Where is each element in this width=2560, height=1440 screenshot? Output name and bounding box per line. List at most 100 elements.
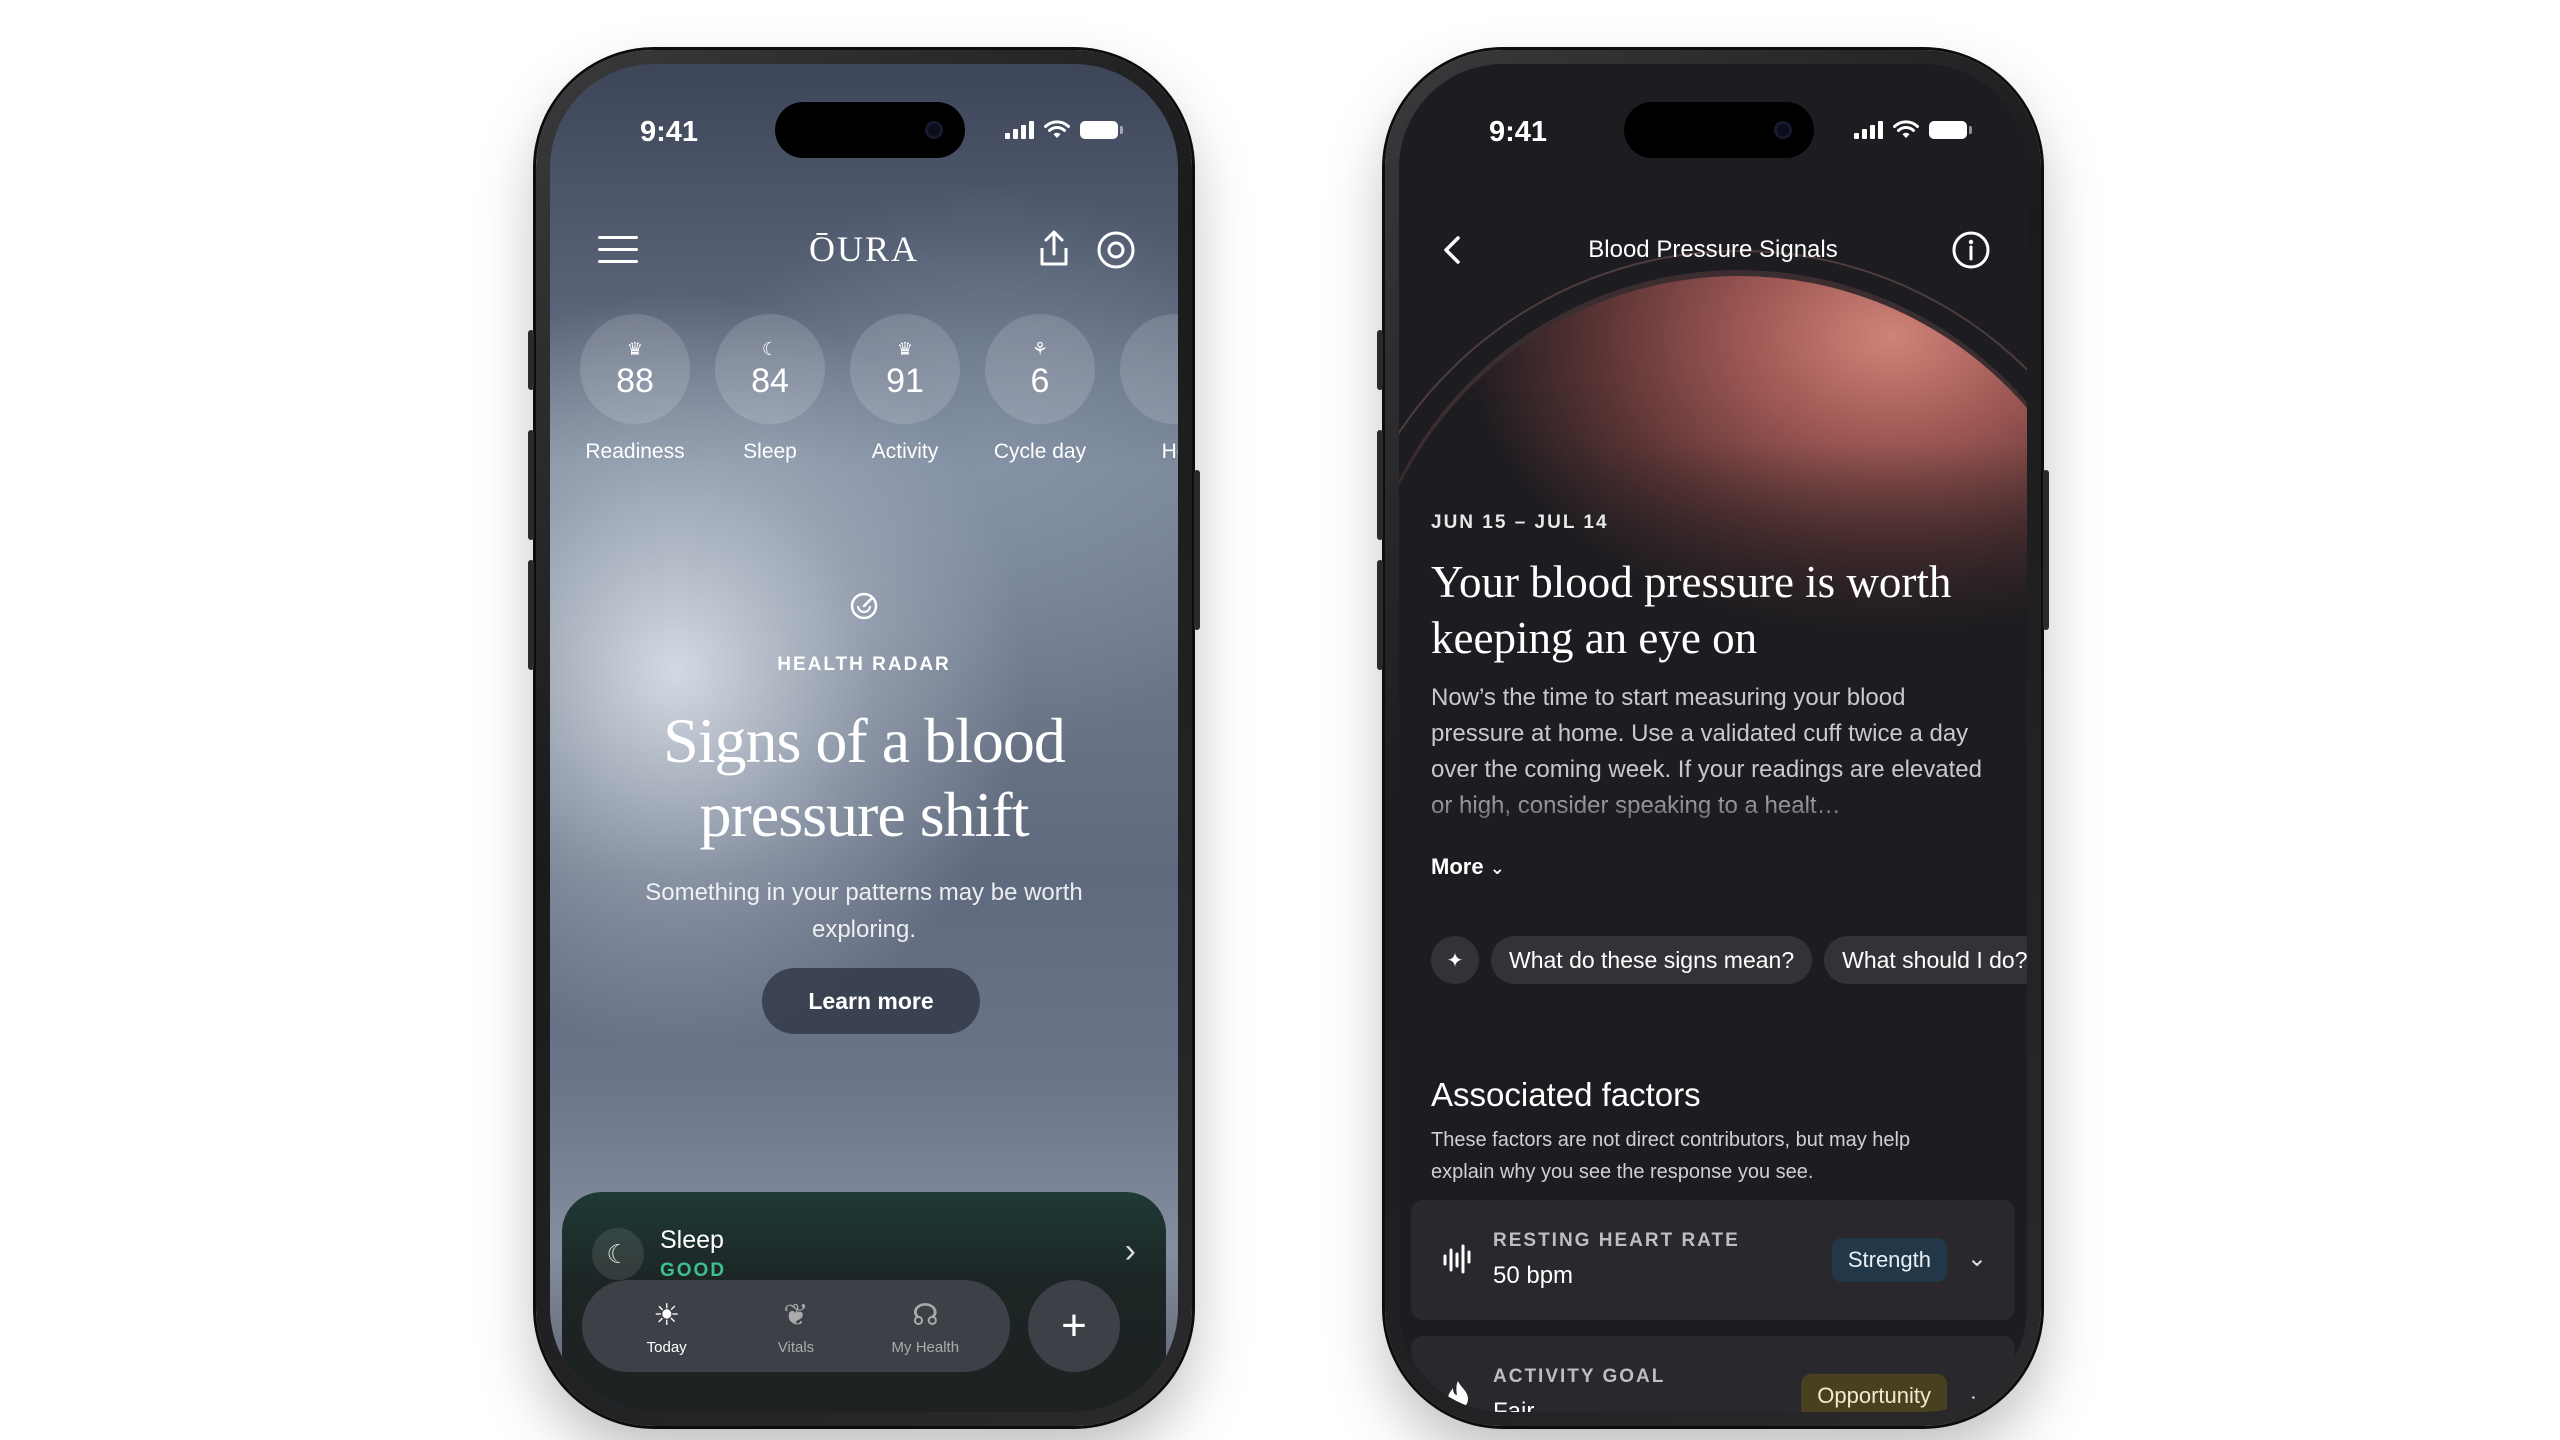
radar-icon — [550, 590, 1178, 630]
score-readiness[interactable]: ♛ 88 Readiness — [580, 314, 690, 474]
score-sleep[interactable]: ☾ 84 Sleep — [715, 314, 825, 474]
factor-value: 50 bpm — [1493, 1262, 1574, 1289]
status-time: 9:41 — [640, 116, 699, 148]
factor-label: RESTING HEART RATE — [1493, 1230, 1740, 1251]
score-value: 88 — [616, 361, 654, 400]
dynamic-island — [775, 102, 965, 158]
status-icons — [1854, 120, 1972, 140]
score-label: Activity — [871, 440, 939, 463]
ring-settings-icon[interactable] — [1096, 230, 1136, 270]
today-screen: 9:41 ŌURA ♛ 88 Readiness ☾ 84 Sleep ♛ 91… — [550, 64, 1178, 1412]
sparkle-icon[interactable]: ✦ — [1431, 936, 1479, 984]
add-button[interactable]: + — [1028, 1280, 1120, 1372]
score-carousel[interactable]: ♛ 88 Readiness ☾ 84 Sleep ♛ 91 Activity — [580, 314, 1178, 474]
brand-logo: ŌURA — [808, 229, 919, 269]
more-button[interactable]: More ⌄ — [1431, 854, 1505, 880]
battery-icon — [1929, 121, 1972, 139]
blood-pressure-screen: 9:41 Blood Pressure Signals JUN 15 – JUL… — [1399, 64, 2027, 1412]
score-ring: ♛ 88 — [580, 314, 690, 424]
health-radar-label: HEALTH RADAR — [777, 654, 951, 675]
score-ring: ⚘ 6 — [985, 314, 1095, 424]
score-label: He — [1161, 440, 1178, 463]
insight-headline: Your blood pressure is worth keeping an … — [1431, 557, 1952, 663]
status-icons — [1005, 120, 1123, 140]
tab-label: Today — [646, 1338, 687, 1356]
score-ring: ☾ 84 — [715, 314, 825, 424]
heart-rate-icon — [1443, 1244, 1471, 1274]
learn-more-button[interactable]: Learn more — [762, 968, 980, 1034]
crown-icon: ♛ — [626, 338, 644, 359]
score-heart-partial[interactable]: He — [1120, 314, 1178, 474]
chevron-down-icon[interactable]: ⌄ — [1967, 1380, 1987, 1409]
battery-icon — [1080, 121, 1123, 139]
chip-what-do-signs-mean[interactable]: What do these signs mean? — [1491, 936, 1813, 984]
associated-factors-description: These factors are not direct contributor… — [1431, 1129, 1911, 1183]
sun-icon: ☀ — [653, 1298, 681, 1332]
more-label: More — [1431, 854, 1484, 879]
tab-my-health[interactable]: ☊ My Health — [870, 1297, 980, 1356]
head-icon: ☊ — [911, 1298, 939, 1332]
action-button — [528, 330, 534, 390]
tab-label: My Health — [891, 1338, 960, 1356]
info-icon[interactable] — [1951, 230, 1991, 270]
crown-icon: ♛ — [896, 338, 914, 359]
screen-header: Blood Pressure Signals — [1399, 214, 2027, 284]
factor-resting-heart-rate[interactable]: RESTING HEART RATE 50 bpm Strength ⌄ — [1411, 1200, 2015, 1320]
screen-title: Blood Pressure Signals — [1588, 236, 1838, 263]
body-fade — [1399, 784, 2027, 836]
chevron-down-icon[interactable]: ⌄ — [1967, 1244, 1987, 1273]
moon-icon: ☾ — [592, 1228, 644, 1280]
factor-value: Fair — [1493, 1398, 1535, 1412]
leaf-icon: ❦ — [783, 1298, 809, 1332]
power-button — [1194, 470, 1200, 630]
volume-up-button — [528, 430, 534, 540]
score-cycle-day[interactable]: ⚘ 6 Cycle day — [985, 314, 1095, 474]
chip-what-should-i-do[interactable]: What should I do? — [1824, 936, 2027, 984]
share-icon[interactable] — [1036, 230, 1072, 268]
score-activity[interactable]: ♛ 91 Activity — [850, 314, 960, 474]
sleep-card-title: Sleep — [660, 1226, 724, 1254]
date-range: JUN 15 – JUL 14 — [1431, 512, 1609, 533]
score-label: Sleep — [743, 440, 797, 463]
right-phone: 9:41 Blood Pressure Signals JUN 15 – JUL… — [1377, 50, 2049, 1426]
left-phone: 9:41 ŌURA ♛ 88 Readiness ☾ 84 Sleep ♛ 91… — [528, 50, 1200, 1426]
suggestion-chips: ✦ What do these signs mean? What should … — [1431, 936, 2027, 992]
tab-vitals[interactable]: ❦ Vitals — [741, 1297, 851, 1356]
wifi-icon — [1893, 120, 1919, 138]
factor-label: ACTIVITY GOAL — [1493, 1366, 1666, 1387]
volume-down-button — [1377, 560, 1383, 670]
status-bar: 9:41 — [550, 64, 1178, 194]
cellular-signal-icon — [1854, 121, 1883, 139]
associated-factors-title: Associated factors — [1431, 1076, 1701, 1113]
strength-badge: Strength — [1831, 1238, 1947, 1282]
status-time: 9:41 — [1489, 116, 1548, 148]
score-ring — [1120, 314, 1178, 424]
score-value: 84 — [751, 361, 789, 400]
moon-icon: ☾ — [761, 338, 779, 359]
score-value: 6 — [1030, 361, 1050, 400]
score-ring: ♛ 91 — [850, 314, 960, 424]
tab-bar: ☀ Today ❦ Vitals ☊ My Health — [582, 1280, 1010, 1372]
factor-activity-goal[interactable]: ACTIVITY GOAL Fair Opportunity ⌄ — [1411, 1336, 2015, 1412]
score-label: Readiness — [585, 440, 685, 463]
chevron-down-icon: ⌄ — [1489, 858, 1505, 878]
sleep-status: GOOD — [660, 1260, 727, 1278]
volume-up-button — [1377, 430, 1383, 540]
wifi-icon — [1044, 120, 1070, 138]
flame-icon — [1448, 1381, 1468, 1409]
tab-today[interactable]: ☀ Today — [612, 1297, 722, 1356]
sprout-icon: ⚘ — [1031, 338, 1049, 359]
score-value: 91 — [886, 361, 924, 400]
action-button — [1377, 330, 1383, 390]
app-header: ŌURA — [550, 214, 1178, 284]
opportunity-badge: Opportunity — [1801, 1374, 1947, 1412]
status-bar: 9:41 — [1399, 64, 2027, 194]
score-label: Cycle day — [993, 440, 1087, 463]
cellular-signal-icon — [1005, 121, 1034, 139]
volume-down-button — [528, 560, 534, 670]
camera-lens — [925, 121, 943, 139]
chevron-right-icon[interactable]: › — [1125, 1232, 1136, 1271]
radar-subtitle: Something in your patterns may be worth … — [645, 879, 1083, 943]
radar-title: Signs of a blood pressure shift — [663, 705, 1066, 850]
power-button — [2043, 470, 2049, 630]
